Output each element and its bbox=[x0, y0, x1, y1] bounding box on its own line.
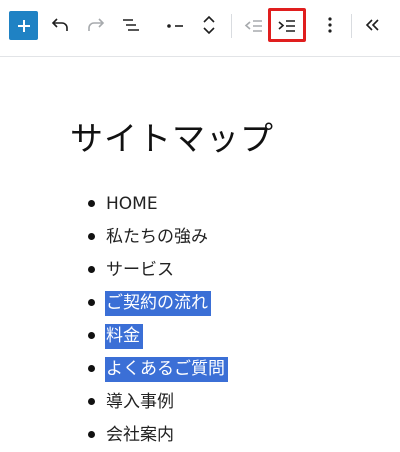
redo-button[interactable] bbox=[84, 13, 108, 37]
document-overview-button[interactable] bbox=[119, 13, 143, 37]
outdent-button[interactable] bbox=[242, 13, 266, 37]
list-item[interactable]: 私たちの強み bbox=[88, 221, 228, 254]
list-item[interactable]: サービス bbox=[88, 254, 228, 287]
toolbar-divider bbox=[351, 14, 352, 38]
sitemap-list[interactable]: HOME 私たちの強み サービス ご契約の流れ 料金 よくあるご質問 導入事例 … bbox=[88, 188, 228, 452]
list-view-icon bbox=[123, 19, 139, 31]
bullet-icon bbox=[88, 266, 95, 273]
block-type-button[interactable] bbox=[163, 13, 187, 37]
plus-icon bbox=[17, 19, 30, 32]
list-item-selected[interactable]: ご契約の流れ bbox=[88, 287, 228, 320]
undo-button[interactable] bbox=[48, 13, 72, 37]
indent-button-highlight bbox=[268, 8, 306, 42]
bullet-icon bbox=[88, 365, 95, 372]
vertical-ellipsis-icon bbox=[328, 17, 332, 33]
double-chevron-left-icon bbox=[365, 19, 379, 31]
bullet-icon bbox=[88, 431, 95, 438]
chevron-up-down-icon bbox=[203, 15, 215, 35]
page-title[interactable]: サイトマップ bbox=[70, 112, 274, 160]
block-toolbar bbox=[0, 0, 400, 57]
move-up-down-button[interactable] bbox=[197, 13, 221, 37]
bulleted-list-icon bbox=[167, 24, 183, 28]
list-item-selected[interactable]: 料金 bbox=[88, 320, 228, 353]
bullet-icon bbox=[88, 200, 95, 207]
redo-icon bbox=[88, 18, 105, 31]
list-item[interactable]: 導入事例 bbox=[88, 386, 228, 419]
toolbar-divider bbox=[231, 14, 232, 38]
bullet-icon bbox=[88, 398, 95, 405]
bullet-icon bbox=[88, 299, 95, 306]
collapse-button[interactable] bbox=[361, 13, 385, 37]
list-item[interactable]: 会社案内 bbox=[88, 419, 228, 452]
bullet-icon bbox=[88, 332, 95, 339]
outdent-icon bbox=[244, 20, 262, 32]
undo-icon bbox=[51, 18, 68, 31]
bullet-icon bbox=[88, 233, 95, 240]
list-item-selected[interactable]: よくあるご質問 bbox=[88, 353, 228, 386]
list-item[interactable]: HOME bbox=[88, 188, 228, 221]
add-block-button[interactable] bbox=[9, 11, 38, 40]
editor-canvas: サイトマップ HOME 私たちの強み サービス ご契約の流れ 料金 よくあるご質… bbox=[0, 56, 400, 446]
more-options-button[interactable] bbox=[318, 13, 342, 37]
